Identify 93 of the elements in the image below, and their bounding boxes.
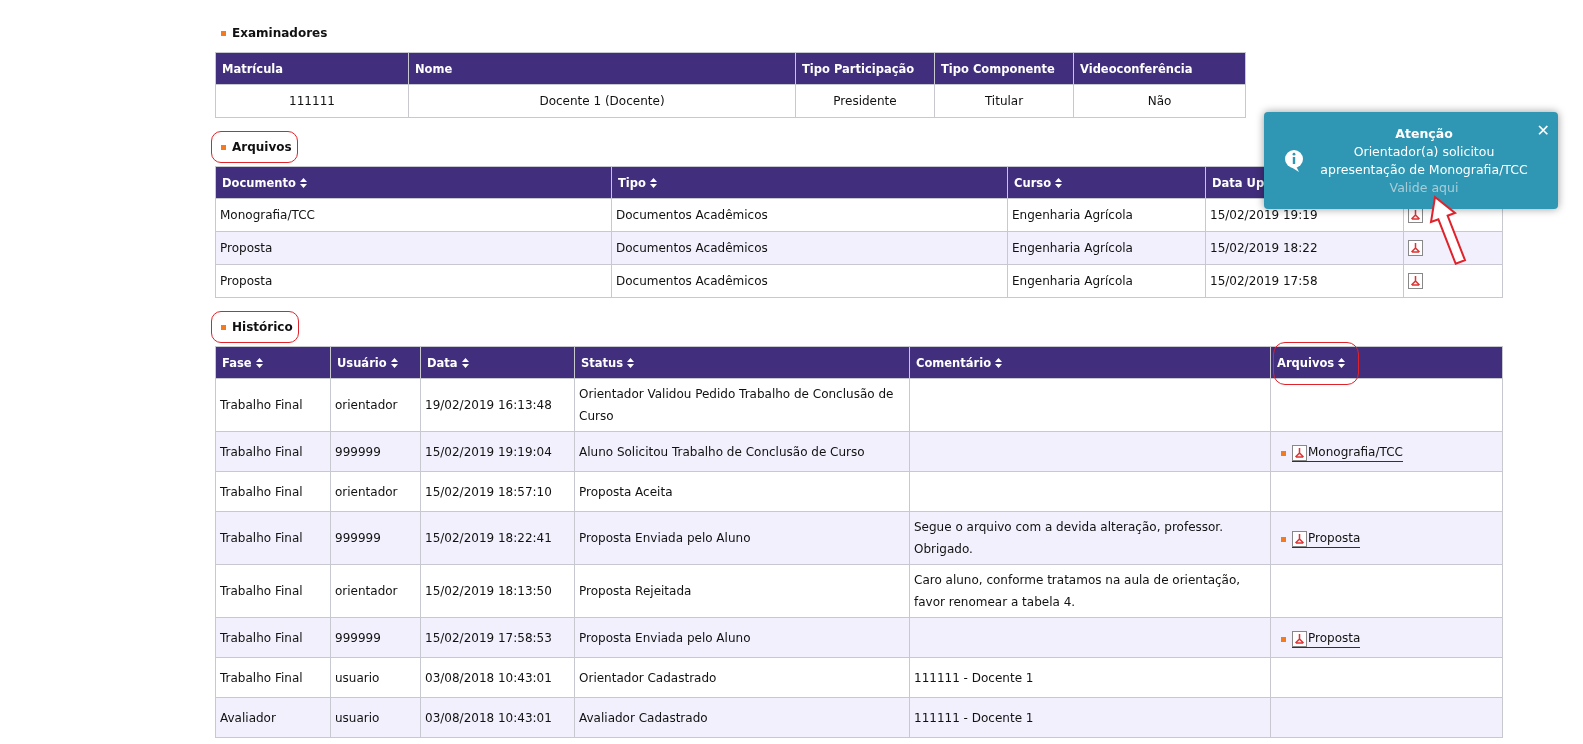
table-cell: 15/02/2019 19:19:04 bbox=[420, 431, 575, 472]
sort-icon bbox=[390, 357, 398, 368]
table-cell: 03/08/2018 10:43:01 bbox=[420, 697, 575, 738]
table-cell: 15/02/2019 18:22 bbox=[1205, 231, 1404, 265]
table-cell: 15/02/2019 18:57:10 bbox=[420, 471, 575, 512]
section-title: Arquivos bbox=[232, 140, 292, 154]
file-link[interactable]: Proposta bbox=[1292, 630, 1361, 648]
column-header[interactable]: Curso bbox=[1007, 166, 1206, 199]
table-cell: Orientador Validou Pedido Trabalho de Conclusão de Curso bbox=[574, 378, 910, 432]
table-cell: Orientador Cadastrado bbox=[574, 657, 910, 698]
table-cell: Proposta bbox=[215, 264, 612, 298]
bullet-icon bbox=[1281, 537, 1286, 542]
sort-icon bbox=[995, 357, 1003, 368]
pdf-icon bbox=[1292, 444, 1307, 461]
table-cell: Engenharia Agrícola bbox=[1007, 198, 1206, 232]
table-cell: 111111 bbox=[215, 84, 409, 118]
table-cell: 111111 - Docente 1 bbox=[909, 697, 1271, 738]
bullet-icon bbox=[1281, 450, 1286, 456]
table-cell: 15/02/2019 17:58 bbox=[1205, 264, 1404, 298]
table-cell: Aluno Solicitou Trabalho de Conclusão de Curso bbox=[574, 431, 910, 472]
pdf-icon bbox=[1292, 630, 1307, 647]
sort-icon bbox=[461, 357, 469, 368]
sort-icon bbox=[1338, 357, 1346, 368]
table-cell: Engenharia Agrícola bbox=[1007, 264, 1206, 298]
table-cell: 15/02/2019 18:22:41 bbox=[420, 511, 575, 565]
section-title: Examinadores bbox=[232, 26, 328, 40]
table-cell: Documentos Acadêmicos bbox=[611, 264, 1008, 298]
column-header: Tipo Participação bbox=[795, 52, 935, 85]
section-title: Histórico bbox=[232, 320, 293, 334]
table-cell: Trabalho Final bbox=[215, 511, 331, 565]
bullet-icon bbox=[1281, 636, 1286, 642]
table-cell: Trabalho Final bbox=[215, 378, 331, 432]
table-cell: Trabalho Final bbox=[215, 564, 331, 618]
bullet-icon bbox=[221, 30, 226, 36]
table-cell: Avaliador Cadastrado bbox=[574, 697, 910, 738]
table-cell: usuario bbox=[330, 697, 421, 738]
table-cell: Segue o arquivo com a devida alteração, professor. Obrigado. bbox=[909, 511, 1271, 565]
table-cell: Trabalho Final bbox=[215, 431, 331, 472]
table-cell: 03/08/2018 10:43:01 bbox=[420, 657, 575, 698]
toast-title: Atenção bbox=[1395, 124, 1453, 143]
pdf-icon bbox=[1292, 531, 1307, 547]
table-cell: Monografia/TCC bbox=[215, 198, 612, 232]
table-cell: 19/02/2019 16:13:48 bbox=[420, 378, 575, 432]
table-cell: Proposta Rejeitada bbox=[574, 564, 910, 618]
column-header[interactable]: Tipo bbox=[611, 166, 1008, 199]
table-cell: Docente 1 (Docente) bbox=[408, 84, 796, 118]
table-cell: Documentos Acadêmicos bbox=[611, 231, 1008, 265]
table-cell: Proposta Enviada pelo Aluno bbox=[574, 511, 910, 565]
column-header[interactable]: Data bbox=[420, 346, 575, 379]
table-cell: Trabalho Final bbox=[215, 657, 331, 698]
table-cell: 999999 bbox=[330, 431, 421, 472]
table-cell: Proposta bbox=[215, 231, 612, 265]
column-header[interactable]: Documento bbox=[215, 166, 612, 199]
column-header[interactable]: Usuário bbox=[330, 346, 421, 379]
table-cell: Documentos Acadêmicos bbox=[611, 198, 1008, 232]
table-cell: orientador bbox=[330, 378, 421, 432]
sort-icon bbox=[1055, 177, 1063, 188]
table-cell: Trabalho Final bbox=[215, 471, 331, 512]
table-cell: 111111 - Docente 1 bbox=[909, 657, 1271, 698]
table-cell: Proposta Aceita bbox=[574, 471, 910, 512]
file-link[interactable]: Proposta bbox=[1292, 531, 1361, 548]
column-header: Matrícula bbox=[215, 52, 409, 85]
table-cell: Trabalho Final bbox=[215, 617, 331, 658]
sort-icon bbox=[255, 357, 263, 368]
column-header: Tipo Componente bbox=[934, 52, 1074, 85]
pdf-icon bbox=[1408, 240, 1423, 256]
table-cell: orientador bbox=[330, 471, 421, 512]
table-cell: 15/02/2019 17:58:53 bbox=[420, 617, 575, 658]
column-header[interactable]: Status bbox=[574, 346, 910, 379]
info-icon bbox=[1284, 148, 1304, 173]
column-header[interactable]: Arquivos bbox=[1270, 346, 1503, 379]
table-cell: 999999 bbox=[330, 617, 421, 658]
table-cell: 999999 bbox=[330, 511, 421, 565]
table-cell: Proposta Enviada pelo Aluno bbox=[574, 617, 910, 658]
table-cell: Engenharia Agrícola bbox=[1007, 231, 1206, 265]
column-header: Videoconferência bbox=[1073, 52, 1246, 85]
table-cell: Presidente bbox=[795, 84, 935, 118]
pdf-icon bbox=[1408, 273, 1423, 289]
table-cell: Titular bbox=[934, 84, 1074, 118]
column-header: Nome bbox=[408, 52, 796, 85]
table-cell: orientador bbox=[330, 564, 421, 618]
table-cell: 15/02/2019 18:13:50 bbox=[420, 564, 575, 618]
column-header[interactable]: Comentário bbox=[909, 346, 1271, 379]
bullet-icon bbox=[221, 324, 226, 330]
sort-icon bbox=[627, 357, 635, 368]
column-header[interactable]: Fase bbox=[215, 346, 331, 379]
sort-icon bbox=[299, 177, 307, 188]
table-cell: Caro aluno, conforme tratamos na aula de orientação, favor renomear a tabela 4. bbox=[909, 564, 1271, 618]
sort-icon bbox=[649, 177, 657, 188]
table-cell: Avaliador bbox=[215, 697, 331, 738]
table-cell: usuario bbox=[330, 657, 421, 698]
bullet-icon bbox=[221, 144, 226, 150]
table-cell: Não bbox=[1073, 84, 1246, 118]
